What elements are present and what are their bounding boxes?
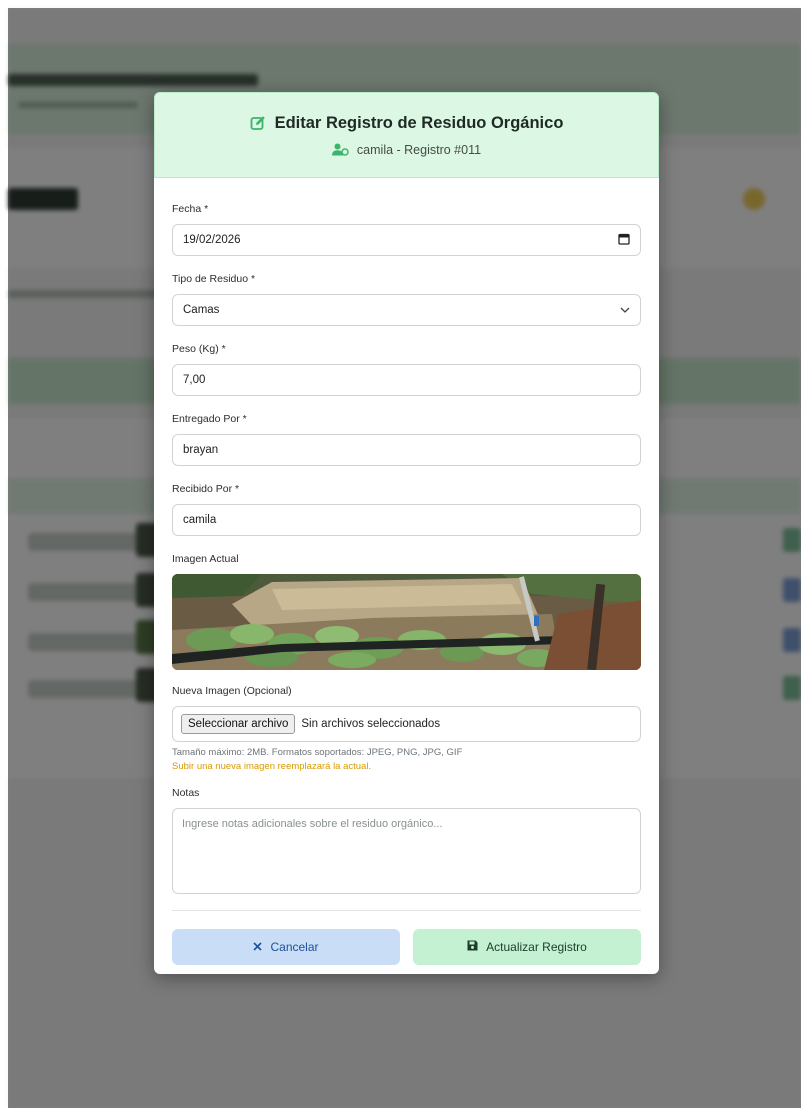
select-file-button[interactable]: Seleccionar archivo xyxy=(181,714,296,734)
entregado-input[interactable]: brayan xyxy=(172,434,641,466)
calendar-icon[interactable] xyxy=(618,233,630,248)
save-label: Actualizar Registro xyxy=(486,940,587,954)
update-record-button[interactable]: Actualizar Registro xyxy=(413,929,641,965)
peso-label: Peso (Kg) * xyxy=(172,343,226,355)
footer-divider xyxy=(172,910,641,911)
imagen-actual-label: Imagen Actual xyxy=(172,553,239,565)
file-warning: Subir una nueva imagen reemplazará la ac… xyxy=(172,761,372,772)
modal-footer: Cancelar Actualizar Registro xyxy=(172,929,641,965)
save-icon xyxy=(467,940,478,954)
recibido-value: camila xyxy=(183,514,217,526)
fecha-value: 19/02/2026 xyxy=(183,234,241,246)
tipo-value: Camas xyxy=(183,304,220,316)
peso-input[interactable]: 7,00 xyxy=(172,364,641,396)
new-image-file-input[interactable]: Seleccionar archivo Sin archivos selecci… xyxy=(172,706,641,742)
cancel-button[interactable]: Cancelar xyxy=(172,929,400,965)
cancel-label: Cancelar xyxy=(270,940,319,954)
recibido-input[interactable]: camila xyxy=(172,504,641,536)
notas-label: Notas xyxy=(172,787,200,799)
tipo-label: Tipo de Residuo * xyxy=(172,273,256,285)
recibido-label: Recibido Por * xyxy=(172,483,240,495)
chevron-down-icon xyxy=(620,304,630,316)
user-icon xyxy=(331,143,349,156)
modal-title: Editar Registro de Residuo Orgánico xyxy=(274,113,564,132)
fecha-field[interactable]: 19/02/2026 xyxy=(172,224,641,256)
file-status: Sin archivos seleccionados xyxy=(301,718,441,730)
modal-header: Editar Registro de Residuo Orgánico cami… xyxy=(154,92,659,178)
notas-textarea[interactable]: Ingrese notas adicionales sobre el resid… xyxy=(172,808,641,894)
edit-record-modal: Editar Registro de Residuo Orgánico cami… xyxy=(154,92,659,974)
tipo-select[interactable]: Camas xyxy=(172,294,641,326)
current-image xyxy=(172,574,641,670)
peso-value: 7,00 xyxy=(183,374,206,386)
close-icon xyxy=(253,940,263,954)
entregado-label: Entregado Por * xyxy=(172,413,247,425)
nueva-imagen-label: Nueva Imagen (Opcional) xyxy=(172,685,292,697)
notas-placeholder: Ingrese notas adicionales sobre el resid… xyxy=(182,818,443,830)
entregado-value: brayan xyxy=(183,444,219,456)
modal-subtitle: camila - Registro #011 xyxy=(356,142,482,157)
file-hint: Tamaño máximo: 2MB. Formatos soportados:… xyxy=(172,747,463,758)
edit-icon xyxy=(250,115,266,131)
fecha-label: Fecha * xyxy=(172,203,209,215)
